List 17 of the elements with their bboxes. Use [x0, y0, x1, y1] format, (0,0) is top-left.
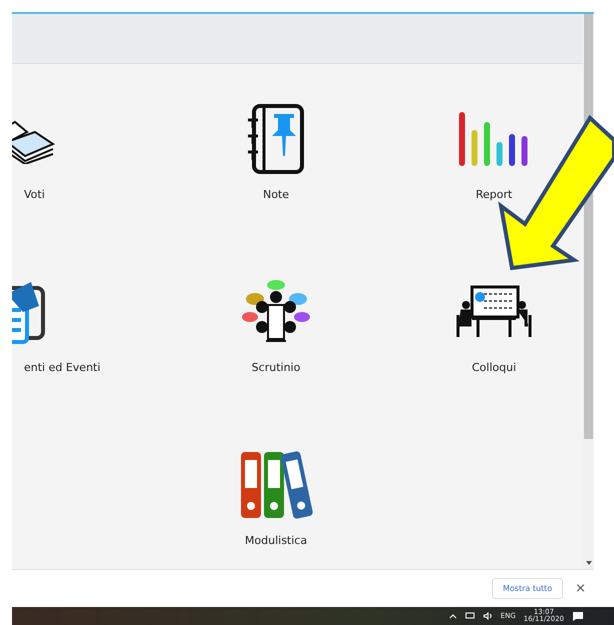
classroom-desk-icon: [456, 285, 532, 339]
show-all-button[interactable]: Mostra tutto: [492, 578, 564, 598]
notebook-pin-icon: [246, 104, 306, 174]
tile-label[interactable]: Colloqui: [472, 361, 516, 374]
tile-label[interactable]: Report: [476, 188, 512, 201]
tile-label[interactable]: Voti: [24, 188, 45, 201]
network-icon[interactable]: [464, 612, 475, 620]
notification-icon[interactable]: [572, 610, 584, 622]
speaker-icon[interactable]: [482, 612, 493, 620]
chevron-up-icon[interactable]: [448, 613, 457, 619]
tile-label[interactable]: Modulistica: [244, 534, 308, 547]
bar-chart-icon: [458, 111, 530, 167]
tile-label[interactable]: Scrutinio: [252, 361, 300, 374]
close-button[interactable]: ×: [573, 580, 588, 596]
binders-icon: [239, 450, 313, 520]
tile-label[interactable]: enti ed Eventi: [24, 361, 100, 374]
tile-label[interactable]: Note: [262, 188, 290, 201]
